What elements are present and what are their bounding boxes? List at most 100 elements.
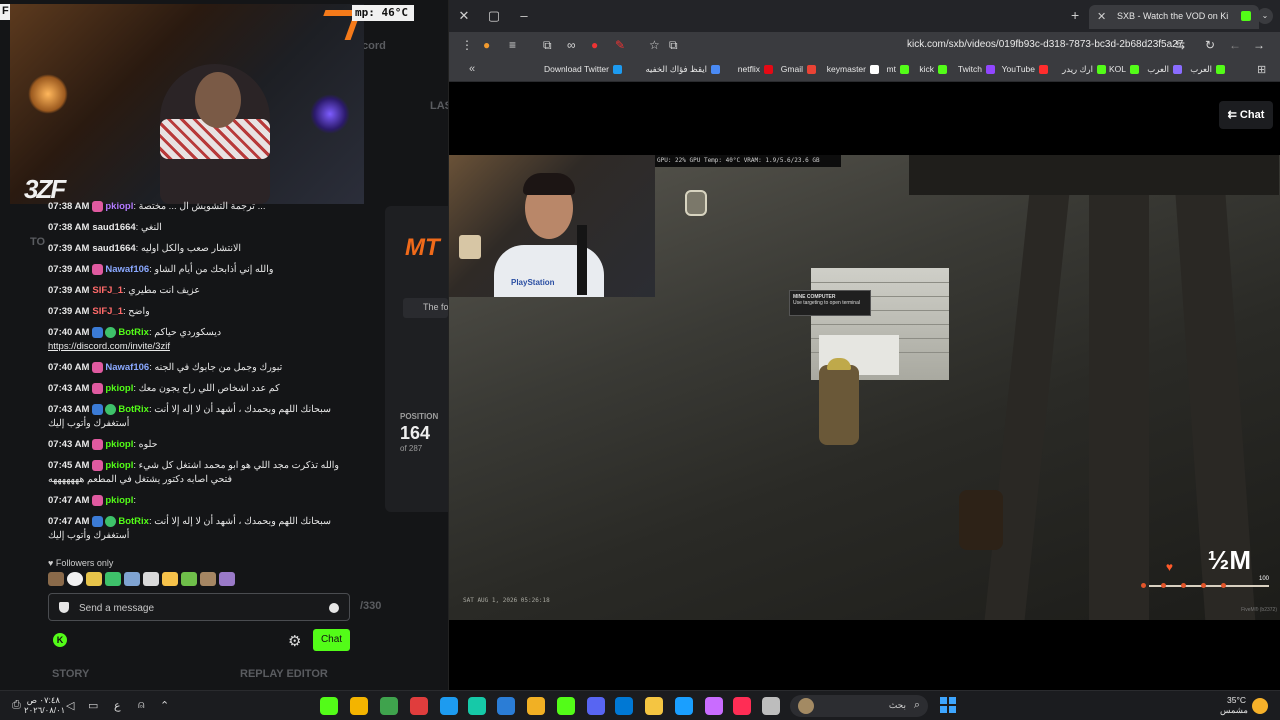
taskbar-app-icon[interactable] [733, 697, 751, 715]
taskbar-app-icon[interactable] [320, 697, 338, 715]
taskbar-app-icon[interactable] [645, 697, 663, 715]
emote[interactable] [200, 572, 216, 586]
reload-icon[interactable]: ↻ [1205, 38, 1215, 52]
taskbar-app-icon[interactable] [350, 697, 368, 715]
apps-grid-icon[interactable]: ⊞ [1257, 63, 1266, 76]
emote[interactable] [124, 572, 140, 586]
mic-icon[interactable]: ⍝ [138, 699, 145, 712]
message-username[interactable]: Nawaf106 [105, 264, 149, 275]
message-username[interactable]: pkiopl [105, 383, 133, 394]
message-username[interactable]: BotRix [118, 404, 149, 415]
volume-icon[interactable]: ◁ [66, 699, 74, 712]
bookmark-item[interactable]: Gmail [781, 64, 816, 75]
vpn-icon[interactable]: ∞ [567, 38, 576, 52]
close-icon[interactable]: ✕ [457, 8, 471, 24]
extension-icon[interactable]: ≡ [509, 38, 516, 52]
taskbar-search[interactable]: بحث ⌕ [790, 695, 928, 717]
taskbar-app-icon[interactable] [762, 697, 780, 715]
forward-icon[interactable]: ← [1229, 38, 1241, 52]
emote[interactable] [105, 572, 121, 586]
message-link[interactable]: https://discord.com/invite/3zif [48, 340, 353, 354]
taskbar-app-icon[interactable] [380, 697, 398, 715]
bookmark-favicon-icon [1130, 65, 1139, 75]
emote[interactable] [181, 572, 197, 586]
chat-send-button[interactable]: Chat [313, 629, 350, 651]
bookmark-item[interactable]: netflix [738, 64, 773, 75]
profile-icon[interactable]: ● [483, 38, 490, 52]
menu-dots-icon[interactable]: ⋮ [461, 38, 473, 52]
taskbar-app-icon[interactable] [615, 697, 633, 715]
taskbar-app-icon[interactable] [440, 697, 458, 715]
clock[interactable]: ٠٧:٤٨ ص ٢٠٢٦/٠٨/٠١ [24, 695, 65, 715]
minimize-icon[interactable]: – [517, 8, 531, 23]
puzzle-icon[interactable]: ⧉ [543, 38, 552, 53]
taskbar-app-icon[interactable] [410, 697, 428, 715]
close-tab-icon[interactable]: ✕ [1097, 10, 1106, 23]
emote[interactable] [143, 572, 159, 586]
chat-feed[interactable]: 07:38 AM pkiopl: ترجمة التشويش ال ... مخت… [48, 200, 353, 550]
bookmark-item[interactable]: mt [887, 64, 909, 75]
chevron-down-icon[interactable]: ⌄ [1257, 8, 1273, 24]
story-tab[interactable]: STORY [52, 668, 89, 680]
bookmark-item[interactable]: KOL [1109, 64, 1139, 75]
site-settings-icon[interactable]: ⇆ [1175, 38, 1185, 52]
bookmark-item[interactable]: العرب [1147, 64, 1182, 75]
emote[interactable] [162, 572, 178, 586]
adblock-icon[interactable]: ● [591, 38, 598, 52]
taskbar-app-icon[interactable] [675, 697, 693, 715]
kick-icon[interactable]: K [53, 633, 67, 647]
message-username[interactable]: SIFJ_1 [92, 285, 123, 296]
install-icon[interactable]: ⧉ [669, 38, 678, 53]
message-username[interactable]: pkiopl [105, 495, 133, 506]
bookmark-item[interactable]: Download Twitter [544, 64, 622, 75]
tab-kick-vod[interactable]: ✕ SXB - Watch the VOD on Ki [1089, 5, 1259, 29]
back-icon[interactable]: → [1253, 38, 1265, 52]
chat-input-box[interactable] [48, 593, 350, 621]
bookmark-item[interactable]: keymaster [827, 64, 879, 75]
taskbar-app-icon[interactable] [497, 697, 515, 715]
emote-row[interactable] [48, 572, 235, 588]
message-username[interactable]: saud1664 [92, 243, 135, 254]
chevron-up-icon[interactable]: ⌃ [160, 699, 169, 712]
emote[interactable] [86, 572, 102, 586]
maximize-icon[interactable]: ▢ [487, 8, 501, 24]
taskbar-app-icon[interactable] [557, 697, 575, 715]
weather-widget[interactable]: 35°C مشمس [1220, 695, 1248, 715]
bookmark-item[interactable]: ايقظ فؤاك الخفيه [645, 64, 720, 75]
extension-red-icon[interactable]: ✎ [615, 38, 625, 52]
send-message-input[interactable] [79, 599, 319, 617]
printer-icon[interactable]: ⎙ [12, 699, 21, 712]
chevron-left-icon[interactable]: « [469, 63, 475, 75]
message-username[interactable]: pkiopl [105, 439, 133, 450]
message-username[interactable]: BotRix [118, 516, 149, 527]
replay-editor-tab[interactable]: REPLAY EDITOR [240, 668, 328, 680]
sun-icon[interactable] [1252, 698, 1268, 714]
bookmark-item[interactable]: ارك ريدر [1062, 64, 1106, 75]
message-username[interactable]: SIFJ_1 [92, 306, 123, 317]
taskbar-app-icon[interactable] [527, 697, 545, 715]
windows-start-icon[interactable] [940, 697, 956, 713]
language-indicator[interactable]: ع [114, 699, 121, 712]
message-username[interactable]: Nawaf106 [105, 362, 149, 373]
emote[interactable] [48, 572, 64, 586]
chat-toggle-button[interactable]: ⇇ Chat [1219, 101, 1273, 129]
taskbar-app-icon[interactable] [468, 697, 486, 715]
emote[interactable] [219, 572, 235, 586]
network-icon[interactable]: ▭ [88, 699, 98, 712]
message-username[interactable]: pkiopl [105, 201, 133, 212]
bookmark-item[interactable]: YouTube [1002, 64, 1048, 75]
message-username[interactable]: pkiopl [105, 460, 133, 471]
star-icon[interactable]: ☆ [649, 38, 660, 52]
bookmark-item[interactable]: kick [919, 64, 947, 75]
message-username[interactable]: saud1664 [92, 222, 135, 233]
bookmark-item[interactable]: العرب [1190, 64, 1225, 75]
taskbar-app-icon[interactable] [587, 697, 605, 715]
emoji-icon[interactable] [329, 603, 339, 613]
taskbar-app-icon[interactable] [705, 697, 723, 715]
emote[interactable] [67, 572, 83, 586]
new-tab-icon[interactable]: + [1071, 7, 1079, 23]
bookmark-item[interactable]: Twitch [958, 64, 995, 75]
gear-icon[interactable]: ⚙ [288, 632, 301, 650]
message-username[interactable]: BotRix [118, 327, 149, 338]
url-text[interactable]: kick.com/sxb/videos/019fb93c-d318-7873-b… [907, 39, 1183, 50]
